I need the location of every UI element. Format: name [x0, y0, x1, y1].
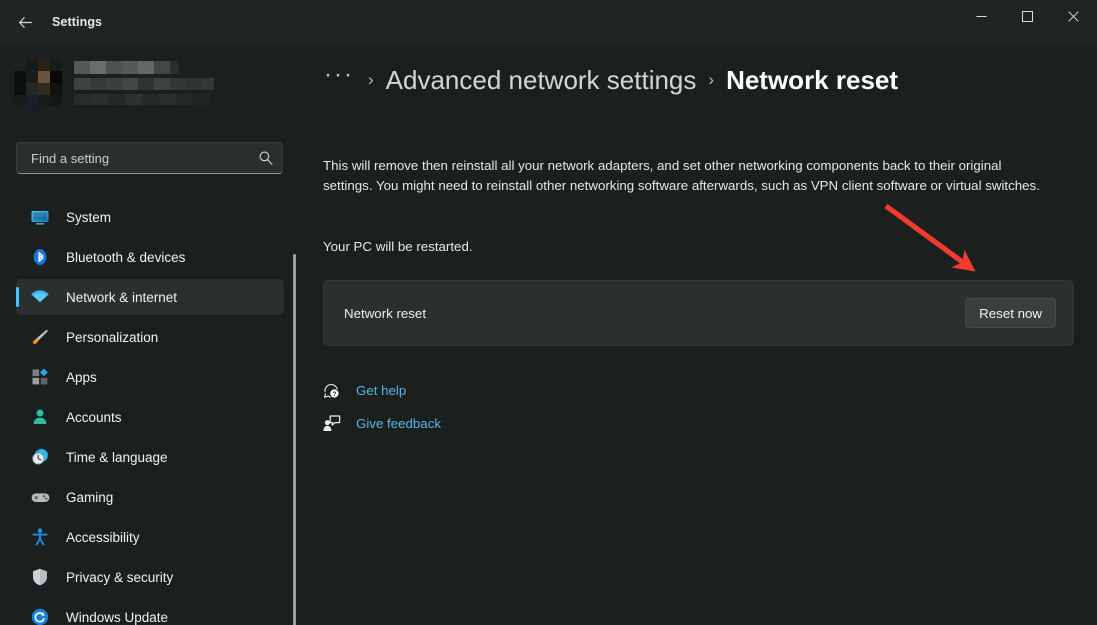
breadcrumb-overflow-button[interactable]: ···	[322, 69, 356, 91]
give-feedback-icon	[320, 412, 342, 434]
breadcrumb-parent-link[interactable]: Advanced network settings	[386, 65, 697, 96]
sidebar-item-windows-update[interactable]: Windows Update	[16, 599, 284, 625]
selection-indicator	[16, 287, 19, 307]
wifi-icon	[28, 285, 52, 309]
sidebar-item-label: Gaming	[66, 490, 113, 505]
sidebar-item-accounts[interactable]: Accounts	[16, 399, 284, 435]
network-reset-label: Network reset	[344, 306, 426, 321]
sidebar-item-label: Personalization	[66, 330, 158, 345]
network-reset-card: Network reset Reset now	[323, 280, 1074, 346]
sidebar-item-label: Privacy & security	[66, 570, 173, 585]
window-title: Settings	[52, 0, 102, 44]
minimize-button[interactable]	[958, 0, 1004, 32]
page-title: Network reset	[726, 65, 898, 96]
breadcrumb-separator: ›	[708, 70, 714, 90]
main-content: ··· › Advanced network settings › Networ…	[296, 44, 1097, 625]
apps-grid-icon	[28, 365, 52, 389]
sidebar-item-system[interactable]: System	[16, 199, 284, 235]
account-profile[interactable]	[14, 50, 279, 116]
sidebar-item-privacy-security[interactable]: Privacy & security	[16, 559, 284, 595]
account-detail-redacted	[74, 94, 209, 105]
reset-now-button[interactable]: Reset now	[965, 298, 1056, 328]
avatar	[14, 59, 62, 107]
windows-update-icon	[28, 605, 52, 625]
maximize-icon	[1022, 11, 1033, 22]
page-description: This will remove then reinstall all your…	[323, 156, 1051, 196]
breadcrumb-separator: ›	[368, 70, 374, 90]
search-icon[interactable]	[258, 150, 274, 166]
sidebar-item-apps[interactable]: Apps	[16, 359, 284, 395]
gamepad-icon	[28, 485, 52, 509]
sidebar-item-label: Network & internet	[66, 290, 177, 305]
minimize-icon	[976, 11, 987, 22]
search-input[interactable]	[29, 150, 258, 167]
sidebar-item-personalization[interactable]: Personalization	[16, 319, 284, 355]
close-button[interactable]	[1050, 0, 1096, 32]
sidebar-item-label: Time & language	[66, 450, 168, 465]
give-feedback-link[interactable]: Give feedback	[320, 410, 441, 436]
paintbrush-icon	[28, 325, 52, 349]
maximize-button[interactable]	[1004, 0, 1050, 32]
sidebar-item-accessibility[interactable]: Accessibility	[16, 519, 284, 555]
sidebar-item-network-internet[interactable]: Network & internet	[16, 279, 284, 315]
breadcrumb: ··· › Advanced network settings › Networ…	[322, 58, 898, 102]
sidebar-item-label: Windows Update	[66, 610, 168, 625]
account-name-redacted	[74, 61, 179, 74]
clock-globe-icon	[28, 445, 52, 469]
back-button[interactable]	[8, 6, 42, 38]
get-help-link[interactable]: ? Get help	[320, 377, 406, 403]
close-icon	[1068, 11, 1079, 22]
sidebar-item-label: Bluetooth & devices	[66, 250, 185, 265]
back-arrow-icon	[17, 14, 34, 31]
person-icon	[28, 405, 52, 429]
settings-window: Settings	[0, 0, 1097, 625]
sidebar-item-label: Accessibility	[66, 530, 140, 545]
search-box[interactable]	[16, 142, 283, 174]
title-bar: Settings	[0, 0, 1097, 44]
sidebar-item-label: System	[66, 210, 111, 225]
get-help-icon: ?	[320, 379, 342, 401]
sidebar-item-label: Apps	[66, 370, 97, 385]
sidebar-item-label: Accounts	[66, 410, 122, 425]
account-email-redacted	[74, 78, 214, 90]
sidebar-item-gaming[interactable]: Gaming	[16, 479, 284, 515]
get-help-label: Get help	[356, 383, 406, 398]
give-feedback-label: Give feedback	[356, 416, 441, 431]
sidebar-nav: System Bluetooth & devices	[0, 199, 296, 625]
display-monitor-icon	[28, 205, 52, 229]
bluetooth-icon	[28, 245, 52, 269]
sidebar-item-time-language[interactable]: Time & language	[16, 439, 284, 475]
account-text	[74, 61, 214, 105]
shield-icon	[28, 565, 52, 589]
sidebar-item-bluetooth-devices[interactable]: Bluetooth & devices	[16, 239, 284, 275]
sidebar: System Bluetooth & devices	[0, 44, 296, 625]
restart-note: Your PC will be restarted.	[323, 237, 473, 257]
svg-text:?: ?	[332, 391, 336, 398]
accessibility-icon	[28, 525, 52, 549]
